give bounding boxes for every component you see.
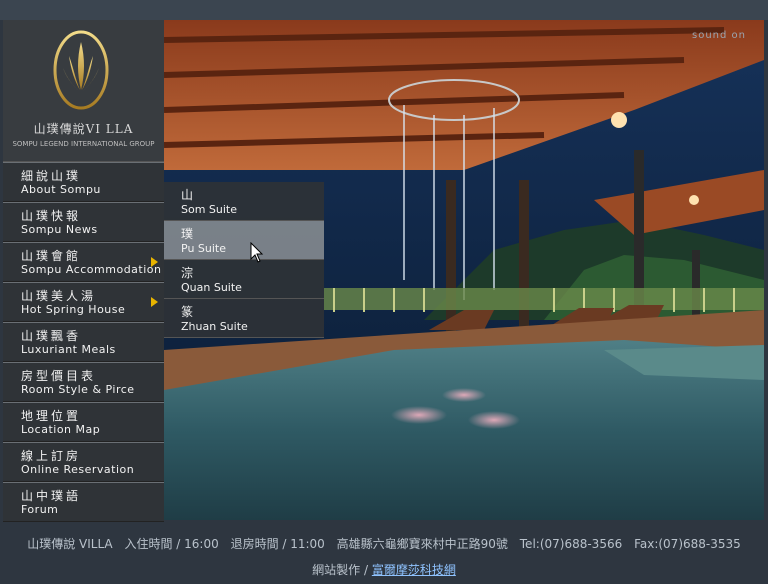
menu-item-about[interactable]: 細說山璞 About Sompu xyxy=(3,162,164,202)
menu-item-label-zh: 線上訂房 xyxy=(21,449,82,463)
footer-checkin: 入住時間 / 16:00 xyxy=(124,537,219,551)
footer-address: 高雄縣六龜鄉寶來村中正路90號 xyxy=(336,537,508,551)
submenu-item-pu-suite[interactable]: 璞 Pu Suite xyxy=(164,221,324,260)
submenu-item-label-zh: 淙 xyxy=(181,266,194,280)
menu-item-label-en: Sompu Accommodation xyxy=(21,263,162,276)
menu-item-room-price[interactable]: 房型價目表 Room Style & Pirce xyxy=(3,362,164,402)
top-bar xyxy=(0,0,768,20)
submenu-item-label-en: Quan Suite xyxy=(181,281,242,294)
menu-item-meals[interactable]: 山璞飄香 Luxuriant Meals xyxy=(3,322,164,362)
submenu-item-label-zh: 山 xyxy=(181,188,194,202)
submenu-item-label-zh: 璞 xyxy=(181,227,194,241)
menu-item-label-zh: 山中璞語 xyxy=(21,489,82,503)
footer-checkout: 退房時間 / 11:00 xyxy=(230,537,325,551)
submenu-arrow-icon xyxy=(151,297,158,307)
submenu-item-label-en: Som Suite xyxy=(181,203,238,216)
sidebar: 山璞傳說VI LLA SOMPU LEGEND INTERNATIONAL GR… xyxy=(3,20,164,522)
footer-credit-label: 網站製作 / xyxy=(312,563,372,577)
sound-toggle[interactable]: sound on xyxy=(692,30,746,41)
menu-item-label-en: Location Map xyxy=(21,423,101,436)
menu-item-label-en: Sompu News xyxy=(21,223,98,236)
logo[interactable]: 山璞傳說VI LLA SOMPU LEGEND INTERNATIONAL GR… xyxy=(3,20,164,162)
menu-item-news[interactable]: 山璞快報 Sompu News xyxy=(3,202,164,242)
menu-item-location[interactable]: 地理位置 Location Map xyxy=(3,402,164,442)
submenu-item-zhuan-suite[interactable]: 篆 Zhuan Suite xyxy=(164,299,324,338)
menu-item-label-en: Forum xyxy=(21,503,59,516)
submenu-item-quan-suite[interactable]: 淙 Quan Suite xyxy=(164,260,324,299)
menu-item-label-en: Room Style & Pirce xyxy=(21,383,135,396)
lotus-emblem-icon xyxy=(53,30,109,110)
menu-item-label-zh: 山璞飄香 xyxy=(21,329,82,343)
footer-fax: Fax:(07)688-3535 xyxy=(634,537,741,551)
menu-item-label-zh: 山璞美人湯 xyxy=(21,289,97,303)
submenu-arrow-icon xyxy=(151,257,158,267)
menu-item-label-zh: 山璞快報 xyxy=(21,209,82,223)
footer-tel: Tel:(07)688-3566 xyxy=(519,537,623,551)
menu-item-label-en: Luxuriant Meals xyxy=(21,343,116,356)
menu-item-label-en: Online Reservation xyxy=(21,463,135,476)
menu-item-accommodation[interactable]: 山璞會館 Sompu Accommodation xyxy=(3,242,164,282)
menu-item-label-zh: 山璞會館 xyxy=(21,249,82,263)
menu-item-label-zh: 房型價目表 xyxy=(21,369,97,383)
menu-item-forum[interactable]: 山中璞語 Forum xyxy=(3,482,164,522)
accommodation-submenu: 山 Som Suite 璞 Pu Suite 淙 Quan Suite 篆 Zh… xyxy=(164,182,324,338)
menu-item-reservation[interactable]: 線上訂房 Online Reservation xyxy=(3,442,164,482)
mouse-cursor-icon xyxy=(250,242,264,263)
menu-item-label-zh: 地理位置 xyxy=(21,409,82,423)
main-menu: 細說山璞 About Sompu 山璞快報 Sompu News 山璞會館 So… xyxy=(3,162,164,522)
submenu-item-label-zh: 篆 xyxy=(181,305,194,319)
menu-item-label-en: Hot Spring House xyxy=(21,303,126,316)
footer-info: 山璞傳說 VILLA 入住時間 / 16:00 退房時間 / 11:00 高雄縣… xyxy=(0,535,768,552)
menu-item-hot-spring[interactable]: 山璞美人湯 Hot Spring House xyxy=(3,282,164,322)
submenu-item-label-en: Zhuan Suite xyxy=(181,320,248,333)
submenu-item-som-suite[interactable]: 山 Som Suite xyxy=(164,182,324,221)
footer-credit: 網站製作 / 富爾摩莎科技網 xyxy=(0,561,768,578)
logo-subtitle: SOMPU LEGEND INTERNATIONAL GROUP xyxy=(12,140,155,148)
logo-title: 山璞傳說VI LLA xyxy=(33,122,134,136)
footer-villa-name: 山璞傳說 VILLA xyxy=(27,537,113,551)
footer-credit-link[interactable]: 富爾摩莎科技網 xyxy=(372,563,456,577)
menu-item-label-en: About Sompu xyxy=(21,183,101,196)
menu-item-label-zh: 細說山璞 xyxy=(21,169,82,183)
submenu-item-label-en: Pu Suite xyxy=(181,242,226,255)
